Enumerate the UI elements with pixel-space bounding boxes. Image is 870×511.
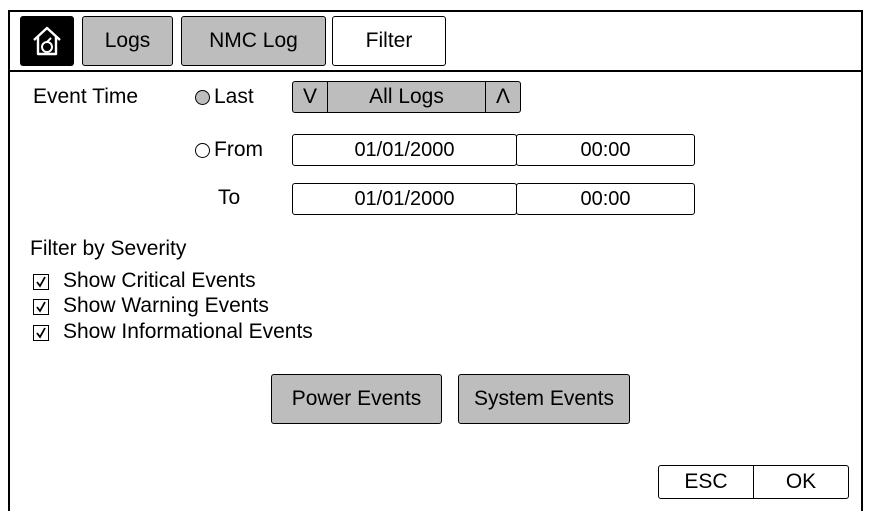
- tab-label: Filter: [365, 29, 413, 52]
- informational-checkbox[interactable]: [33, 325, 49, 341]
- critical-checkbox[interactable]: [33, 274, 49, 290]
- button-label: System Events: [473, 387, 615, 410]
- button-label: Power Events: [291, 387, 422, 410]
- last-label: Last: [214, 85, 254, 108]
- chevron-down-icon: V: [302, 85, 317, 108]
- to-label: To: [218, 186, 241, 209]
- critical-label: Show Critical Events: [63, 269, 256, 292]
- checkmark-icon: [36, 301, 46, 313]
- esc-ok-group: ESC OK: [658, 465, 849, 499]
- severity-heading: Filter by Severity: [30, 237, 187, 260]
- from-radio[interactable]: [195, 143, 210, 158]
- esc-button[interactable]: ESC: [659, 466, 753, 498]
- log-range-select[interactable]: V All Logs Λ: [292, 81, 521, 113]
- warning-label: Show Warning Events: [63, 294, 269, 317]
- from-date-field[interactable]: 01/01/2000: [292, 134, 517, 166]
- to-date-field[interactable]: 01/01/2000: [292, 183, 517, 215]
- home-icon: [33, 26, 61, 56]
- checkmark-icon: [36, 276, 46, 288]
- tab-divider: [10, 70, 861, 72]
- warning-checkbox[interactable]: [33, 299, 49, 315]
- from-label: From: [214, 138, 263, 161]
- power-events-button[interactable]: Power Events: [271, 374, 442, 424]
- last-radio[interactable]: [195, 90, 210, 105]
- home-button[interactable]: [20, 16, 74, 66]
- range-prev-button[interactable]: V: [293, 82, 328, 112]
- informational-label: Show Informational Events: [63, 320, 313, 343]
- event-time-label: Event Time: [33, 85, 139, 108]
- tab-label: NMC Log: [209, 29, 298, 52]
- chevron-up-icon: Λ: [495, 85, 511, 108]
- to-time-field[interactable]: 00:00: [516, 183, 695, 215]
- tab-label: Logs: [104, 29, 151, 52]
- range-value: All Logs: [369, 85, 444, 108]
- tab-nmc-log[interactable]: NMC Log: [181, 16, 326, 66]
- tab-logs[interactable]: Logs: [82, 16, 173, 66]
- ok-button[interactable]: OK: [753, 466, 848, 498]
- tab-filter[interactable]: Filter: [332, 16, 446, 66]
- from-time-field[interactable]: 00:00: [516, 134, 695, 166]
- system-events-button[interactable]: System Events: [458, 374, 630, 424]
- range-next-button[interactable]: Λ: [485, 82, 520, 112]
- checkmark-icon: [36, 327, 46, 339]
